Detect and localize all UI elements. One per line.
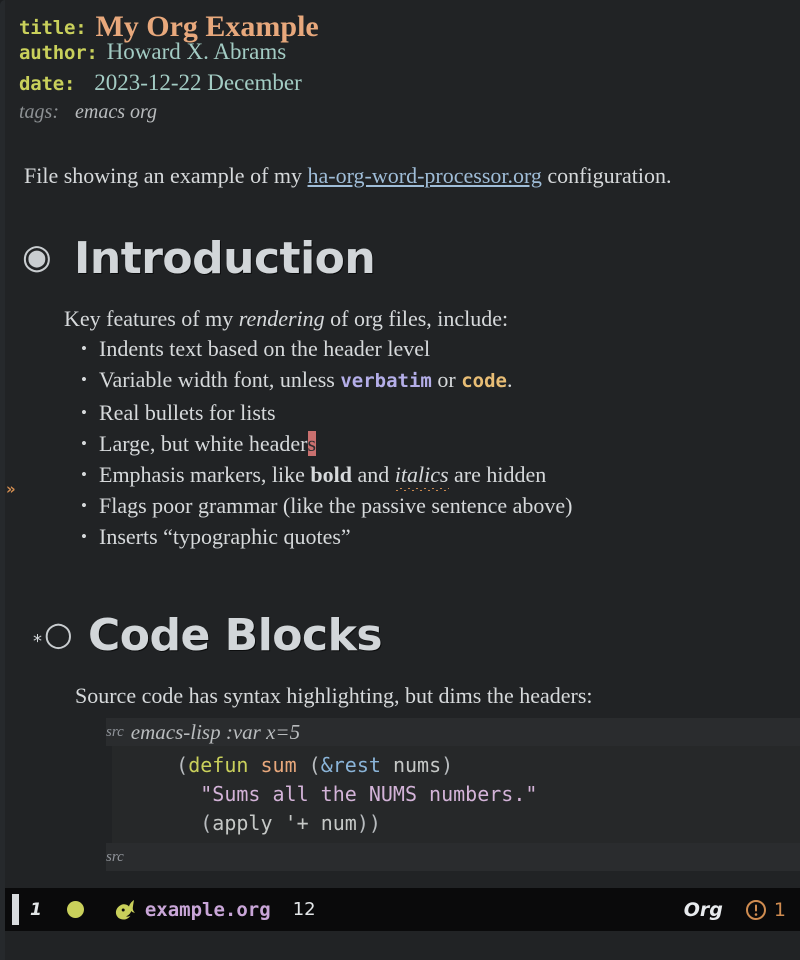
src-end-keyword: src [106,848,124,865]
keyword-label-date: date: [19,73,76,95]
list-item-text: Real bullets for lists [99,400,276,425]
code-token: &rest [320,753,381,777]
code-token: num [320,811,357,835]
intro-paragraph: File showing an example of my ha-org-wor… [19,163,800,189]
code-lines: (defun sum (&rest nums) "Sums all the NU… [112,751,800,838]
code-token: ( [176,753,189,777]
mode-line[interactable]: 1 example.org 12 Org 1 [5,888,800,931]
document-date: 2023-12-22 December [94,70,302,95]
keyword-label-author: author: [19,42,98,64]
code-token: apply [212,811,273,835]
keyword-label-tags: tags: [19,101,59,123]
italic-markup-flagged: italics [394,459,449,491]
src-block-code[interactable]: (defun sum (&rest nums) "Sums all the NU… [112,746,800,843]
document-title: My Org Example [95,10,319,43]
major-mode-name[interactable]: Org [684,899,723,921]
emacs-frame: » title: My Org Example author: Howard X… [0,0,800,960]
list-item-text: Variable width font, unless [99,367,341,392]
document-tags: emacs org [75,101,158,123]
code-token: nums [392,753,442,777]
list-item: Indents text based on the header level [81,333,800,364]
left-fringe: » [5,0,19,888]
org-config-link[interactable]: ha-org-word-processor.org [308,163,542,188]
list-item-text-suffix: are hidden [448,462,547,487]
intro-text-after-link: configuration. [541,163,672,188]
list-item: Emphasis markers, like bold and italics … [81,459,800,491]
code-token: '+ [284,811,309,835]
window-number: 1 [30,899,42,920]
list-item: Variable width font, unless verbatim or … [81,364,800,397]
text-cursor: s [307,431,317,456]
list-item-text: Indents text based on the header level [99,336,431,361]
heading-introduction-text: Introduction [74,233,376,284]
list-item: Inserts “typographic quotes” [81,521,800,552]
code-markup: code [461,370,507,392]
list-item-text-suffix: . [506,367,513,392]
list-item-text-middle: or [431,367,462,392]
org-keyword-block: title: My Org Example author: Howard X. … [19,0,800,132]
code-token: )) [356,811,381,835]
code-token: ( [296,753,321,777]
src-block-end-line: src [106,843,800,871]
introduction-body: Key features of my rendering of org file… [19,306,800,552]
list-item-text: Large, but white header [99,431,308,456]
keyword-row-tags: tags: emacs org [19,101,800,132]
list-item-text: Inserts “typographic quotes” [99,524,351,549]
keyword-row-title: title: My Org Example [19,8,800,43]
code-token: sum [260,753,297,777]
src-begin-arguments: emacs-lisp :var x=5 [130,719,301,744]
verbatim-markup: verbatim [340,370,432,392]
intro-text-before-link: File showing an example of my [24,163,308,188]
keyword-label-title: title: [19,17,87,39]
heading-bullet-open-circle-icon: ○ [44,614,73,653]
heading-star-marker: * [33,630,42,652]
gnu-head-icon [112,897,138,923]
bold-markup: bold [310,462,352,487]
lead-after-italic: of org files, include: [324,306,509,331]
introduction-lead: Key features of my rendering of org file… [50,306,800,332]
minibuffer[interactable] [5,931,800,960]
cursor-column-number: 12 [292,899,316,920]
list-item: Real bullets for lists [81,397,800,428]
heading-introduction[interactable]: ◉ Introduction [19,233,800,284]
org-document-buffer[interactable]: » title: My Org Example author: Howard X… [5,0,800,888]
buffer-modified-dot-icon[interactable] [66,901,84,918]
list-item-text: Flags poor grammar (like the passive sen… [99,493,573,518]
code-blocks-body: Source code has syntax highlighting, but… [19,683,800,871]
code-blocks-lead: Source code has syntax highlighting, but… [75,683,593,708]
circle-exclamation-icon[interactable] [745,899,767,921]
list-item-text-middle: and [352,462,395,487]
src-begin-keyword: src [106,723,124,740]
list-item-text: Emphasis markers, like [99,462,311,487]
feature-list: Indents text based on the header level V… [50,333,800,552]
buffer-file-name[interactable]: example.org [145,899,271,921]
org-src-block[interactable]: src emacs-lisp :var x=5 (defun sum (&res… [50,718,800,871]
code-token: ( [200,811,213,835]
src-block-begin-line: src emacs-lisp :var x=5 [106,718,800,746]
heading-bullet-filled-circle-icon: ◉ [22,236,52,277]
keyword-row-date: date: 2023-12-22 December [19,70,800,101]
fringe-continuation-marker: » [6,480,16,498]
window-indicator-bar [12,894,19,925]
list-item: Large, but white headers [81,428,800,459]
heading-code-blocks[interactable]: * ○ Code Blocks [19,610,800,661]
code-token: ) [441,753,454,777]
code-token: defun [188,753,249,777]
lead-italic-rendering: rendering [238,306,325,331]
heading-code-blocks-text: Code Blocks [88,610,383,661]
code-token: "Sums all the NUMS numbers." [200,782,538,806]
list-item: Flags poor grammar (like the passive sen… [81,490,800,521]
warning-count: 1 [773,898,786,921]
lead-before-italic: Key features of my [64,306,239,331]
buffer-content: title: My Org Example author: Howard X. … [19,0,800,871]
